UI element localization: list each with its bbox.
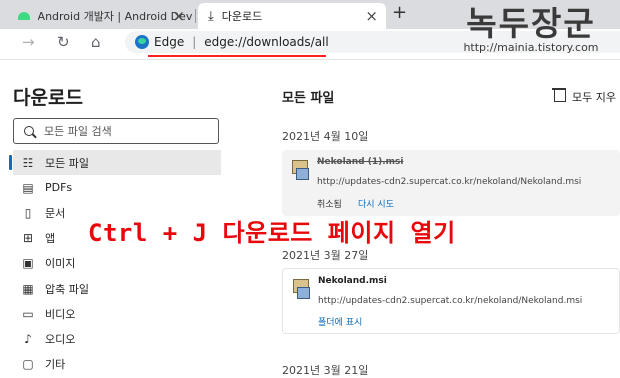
clear-all-button[interactable]: 모두 지우 bbox=[552, 88, 616, 105]
tab-title: 다운로드 bbox=[221, 10, 263, 23]
watermark-url: http://mainia.tistory.com bbox=[463, 41, 599, 54]
url-brand: Edge bbox=[154, 35, 185, 49]
other-icon: ▢ bbox=[22, 357, 34, 372]
sidebar-item-label: PDFs bbox=[45, 181, 73, 195]
search-input[interactable]: 모든 파일 검색 bbox=[13, 118, 219, 144]
overlay-caption: Ctrl + J 다운로드 페이지 열기 bbox=[88, 219, 456, 247]
clear-all-label: 모두 지우 bbox=[572, 91, 616, 104]
sidebar-item-label: 기타 bbox=[45, 358, 66, 372]
edge-logo-icon bbox=[135, 35, 149, 49]
close-icon[interactable]: × bbox=[172, 7, 185, 25]
tab-divider bbox=[195, 9, 196, 23]
archive-icon: ▦ bbox=[22, 281, 34, 296]
trash-icon bbox=[552, 88, 566, 102]
download-item[interactable]: Nekoland.msi http://updates-cdn2.superca… bbox=[282, 268, 620, 334]
sidebar-item-audio[interactable]: ♪ 오디오 bbox=[13, 326, 221, 351]
tab-downloads[interactable]: ⤓ 다운로드 × bbox=[198, 3, 386, 29]
filter-list: ☷ 모든 파일 ▤ PDFs ▯ 문서 ⊞ 앱 ▣ 이미지 ▦ 압축 파일 ▭ … bbox=[9, 150, 221, 377]
new-tab-button[interactable]: + bbox=[392, 2, 407, 23]
pdf-icon: ▤ bbox=[22, 180, 34, 195]
installer-file-icon bbox=[291, 277, 311, 299]
download-item-cancelled[interactable]: Nekoland (1).msi http://updates-cdn2.sup… bbox=[282, 150, 620, 216]
watermark-title: 녹두장군 bbox=[466, 4, 596, 43]
tab-android-developers[interactable]: Android 개발자 | Android Deve × bbox=[8, 3, 193, 29]
apps-icon: ⊞ bbox=[22, 231, 34, 246]
sidebar-item-label: 비디오 bbox=[45, 307, 76, 321]
document-icon: ▯ bbox=[24, 205, 32, 220]
grid-icon: ☷ bbox=[22, 155, 34, 170]
watermark: 녹두장군 http://mainia.tistory.com bbox=[442, 4, 620, 54]
file-url: http://updates-cdn2.supercat.co.kr/nekol… bbox=[318, 296, 583, 306]
tab-title: Android 개발자 | Android Deve bbox=[37, 10, 193, 23]
file-name[interactable]: Nekoland (1).msi bbox=[317, 157, 403, 167]
refresh-button[interactable]: ↻ bbox=[57, 32, 70, 52]
video-icon: ▭ bbox=[22, 306, 34, 321]
retry-link[interactable]: 다시 시도 bbox=[358, 197, 394, 210]
close-icon[interactable]: × bbox=[365, 7, 378, 25]
sidebar-item-pdfs[interactable]: ▤ PDFs bbox=[13, 175, 221, 200]
sidebar-item-label: 앱 bbox=[45, 232, 56, 246]
audio-icon: ♪ bbox=[24, 331, 32, 346]
sidebar-item-other[interactable]: ▢ 기타 bbox=[13, 352, 221, 377]
file-name[interactable]: Nekoland.msi bbox=[318, 276, 387, 286]
sidebar-item-images[interactable]: ▣ 이미지 bbox=[13, 251, 221, 276]
date-header: 2021년 3월 27일 bbox=[282, 249, 369, 262]
image-icon: ▣ bbox=[22, 256, 34, 271]
sidebar-item-label: 문서 bbox=[45, 206, 66, 220]
sidebar-item-all-files[interactable]: ☷ 모든 파일 bbox=[9, 150, 221, 176]
installer-file-icon bbox=[290, 158, 310, 180]
android-icon bbox=[18, 12, 30, 20]
sidebar-item-label: 오디오 bbox=[45, 332, 76, 346]
date-header: 2021년 4월 10일 bbox=[282, 130, 369, 143]
sidebar-item-archives[interactable]: ▦ 압축 파일 bbox=[13, 276, 221, 301]
status-text: 취소됨 bbox=[317, 200, 342, 210]
search-placeholder: 모든 파일 검색 bbox=[44, 125, 112, 138]
search-icon bbox=[24, 126, 34, 136]
sidebar-item-video[interactable]: ▭ 비디오 bbox=[13, 301, 221, 326]
sidebar-item-label: 압축 파일 bbox=[45, 282, 89, 296]
url-text[interactable]: edge://downloads/all bbox=[204, 35, 328, 49]
date-header: 2021년 3월 21일 bbox=[282, 364, 369, 377]
file-url: http://updates-cdn2.supercat.co.kr/nekol… bbox=[317, 177, 582, 187]
section-title: 모든 파일 bbox=[282, 91, 335, 106]
url-highlight-underline bbox=[148, 55, 326, 57]
download-icon: ⤓ bbox=[208, 8, 214, 24]
sidebar-item-label: 모든 파일 bbox=[45, 156, 89, 170]
forward-button[interactable]: → bbox=[22, 32, 35, 52]
show-in-folder-link[interactable]: 폴더에 표시 bbox=[318, 315, 362, 328]
url-separator: | bbox=[192, 35, 197, 49]
page-title: 다운로드 bbox=[13, 87, 83, 109]
home-button[interactable]: ⌂ bbox=[91, 32, 101, 52]
sidebar-item-label: 이미지 bbox=[45, 257, 76, 271]
